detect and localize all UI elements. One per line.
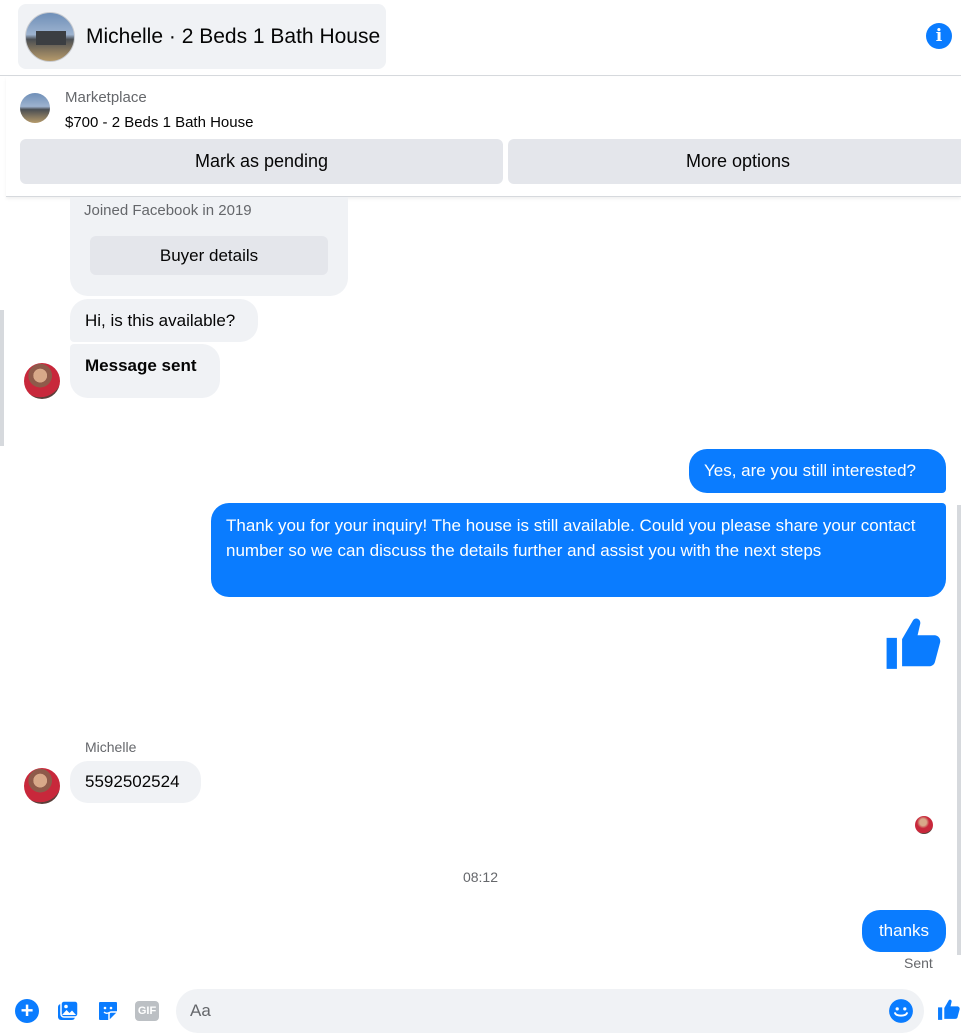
photo-icon[interactable] (56, 999, 80, 1023)
gif-icon[interactable]: GIF (135, 1001, 159, 1021)
incoming-message[interactable]: Hi, is this available? (70, 299, 258, 342)
sender-name: Michelle (85, 739, 137, 755)
chat-header: Michelle · 2 Beds 1 Bath House i (0, 0, 961, 76)
incoming-message[interactable]: 5592502524 (70, 761, 201, 803)
message-status: Sent (904, 955, 933, 971)
info-icon[interactable]: i (926, 23, 952, 49)
left-scrollbar[interactable] (0, 310, 4, 446)
thumbs-up-icon (886, 618, 941, 669)
marketplace-bar: Marketplace $700 - 2 Beds 1 Bath House M… (6, 77, 961, 197)
message-input[interactable] (176, 989, 924, 1033)
incoming-message[interactable]: Message sent (70, 344, 220, 398)
outgoing-message[interactable]: thanks (862, 910, 946, 952)
emoji-icon[interactable] (888, 998, 914, 1024)
avatar[interactable] (24, 768, 60, 804)
conversation-title-button[interactable]: Michelle · 2 Beds 1 Bath House (18, 4, 386, 69)
messenger-chat-window: Michelle · 2 Beds 1 Bath House i Marketp… (0, 0, 961, 1034)
plus-icon[interactable]: + (15, 999, 39, 1023)
conversation-title: Michelle · 2 Beds 1 Bath House (86, 24, 381, 48)
listing-thumbnail[interactable] (20, 93, 50, 123)
avatar[interactable] (24, 363, 60, 399)
joined-date: Joined Facebook in 2019 (84, 202, 252, 219)
listing-title[interactable]: $700 - 2 Beds 1 Bath House (65, 114, 253, 131)
message-timestamp: 08:12 (462, 869, 499, 885)
listing-avatar (25, 11, 75, 62)
buyer-info-card: Joined Facebook in 2019 Buyer details (70, 197, 348, 296)
outgoing-message[interactable]: Thank you for your inquiry! The house is… (211, 503, 946, 597)
buyer-details-button[interactable]: Buyer details (90, 236, 328, 275)
seen-avatar (915, 816, 933, 834)
sticker-icon[interactable] (96, 999, 120, 1023)
outgoing-message[interactable]: Yes, are you still interested? (689, 449, 946, 493)
composer: + GIF (0, 985, 961, 1034)
like-icon[interactable] (937, 997, 961, 1022)
mark-as-pending-button[interactable]: Mark as pending (20, 139, 503, 184)
chat-scrollbar[interactable] (957, 505, 961, 955)
marketplace-label: Marketplace (65, 89, 147, 106)
more-options-button[interactable]: More options (508, 139, 961, 184)
